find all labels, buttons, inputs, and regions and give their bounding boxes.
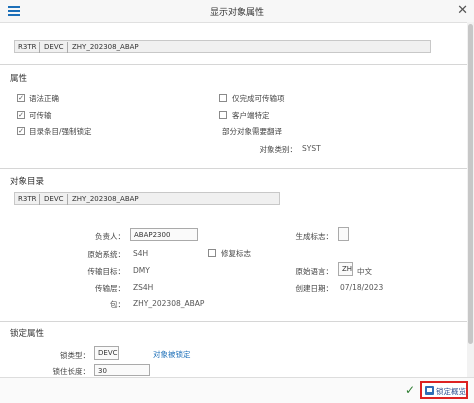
layer-value: ZS4H [133,283,154,292]
source-system-value: S4H [133,249,149,258]
lock-overview-icon [425,386,434,395]
syntax-ok-label: 语法正确 [29,94,59,103]
close-icon[interactable]: ✕ [457,3,468,18]
target-label: 传输目标： [87,267,126,276]
footer-toolbar: ✓ 锁定概览 [0,377,474,403]
lock-partial-label: 锁住长度： [52,367,91,375]
directory-heading: 对象目录 [10,177,45,187]
lock-type-label: 锁类型： [60,351,90,360]
lock-overview-button[interactable]: 锁定概览 [420,381,468,399]
lock-heading: 锁定属性 [10,329,45,339]
package-value: ZHY_202308_ABAP [133,299,205,308]
lock-overview-label: 锁定概览 [436,387,466,396]
repair-label: 修复标志 [221,249,251,258]
partial-translate-label: 部分对象需要翻译 [222,127,282,136]
transportable-checkbox[interactable]: ✓ [17,111,25,119]
object-category-value: SYST [302,144,321,153]
directory-type: DEVC [44,195,64,203]
object-key-name: ZHY_202308_ABAP [72,43,139,51]
divider [0,64,467,65]
directory-name: ZHY_202308_ABAP [72,195,139,203]
vertical-scrollbar[interactable] [467,22,474,377]
client-specific-checkbox[interactable] [219,111,227,119]
package-label: 包： [110,300,125,309]
complete-only-label: 仅完成可传输项 [232,94,285,103]
generated-label: 生成标志： [295,232,334,241]
responsible-label: 负责人： [95,232,125,241]
lock-partial-field[interactable]: 30 [94,364,150,376]
created-value: 07/18/2023 [340,283,384,292]
responsible-field[interactable]: ABAP2300 [130,228,198,241]
complete-only-checkbox[interactable] [219,94,227,102]
syntax-ok-checkbox[interactable]: ✓ [17,94,25,102]
object-category-label: 对象类别： [259,145,298,154]
title-bar: 显示对象属性 ✕ [0,0,474,23]
orig-lang-label: 原始语言： [295,267,334,276]
client-specific-label: 客户端特定 [232,111,270,120]
orig-lang-text: 中文 [357,267,372,276]
attributes-heading: 属性 [10,74,28,84]
check-icon[interactable]: ✓ [405,383,415,397]
divider [0,168,467,169]
divider [0,321,467,322]
orig-lang-field[interactable]: ZH [338,262,353,276]
source-system-label: 原始系统： [87,250,126,259]
lock-status-link[interactable]: 对象被锁定 [153,349,191,360]
scrollbar-thumb[interactable] [468,24,473,344]
dir-locked-label: 目录条目/强制锁定 [29,127,92,136]
object-key-field: R3TR DEVC ZHY_202308_ABAP [14,40,431,53]
object-key-type: DEVC [44,43,64,51]
repair-checkbox[interactable] [208,249,216,257]
target-value: DMY [133,266,150,275]
generated-field[interactable] [338,227,349,241]
object-key-pgmid: R3TR [18,43,37,51]
layer-label: 传输层： [95,284,125,293]
transportable-label: 可传输 [29,111,52,120]
dir-locked-checkbox[interactable]: ✓ [17,127,25,135]
lock-type-field[interactable]: DEVC [94,346,119,360]
window-title: 显示对象属性 [209,8,264,18]
directory-pgmid: R3TR [18,195,37,203]
created-label: 创建日期： [295,284,334,293]
directory-key-field: R3TR DEVC ZHY_202308_ABAP [14,192,280,205]
